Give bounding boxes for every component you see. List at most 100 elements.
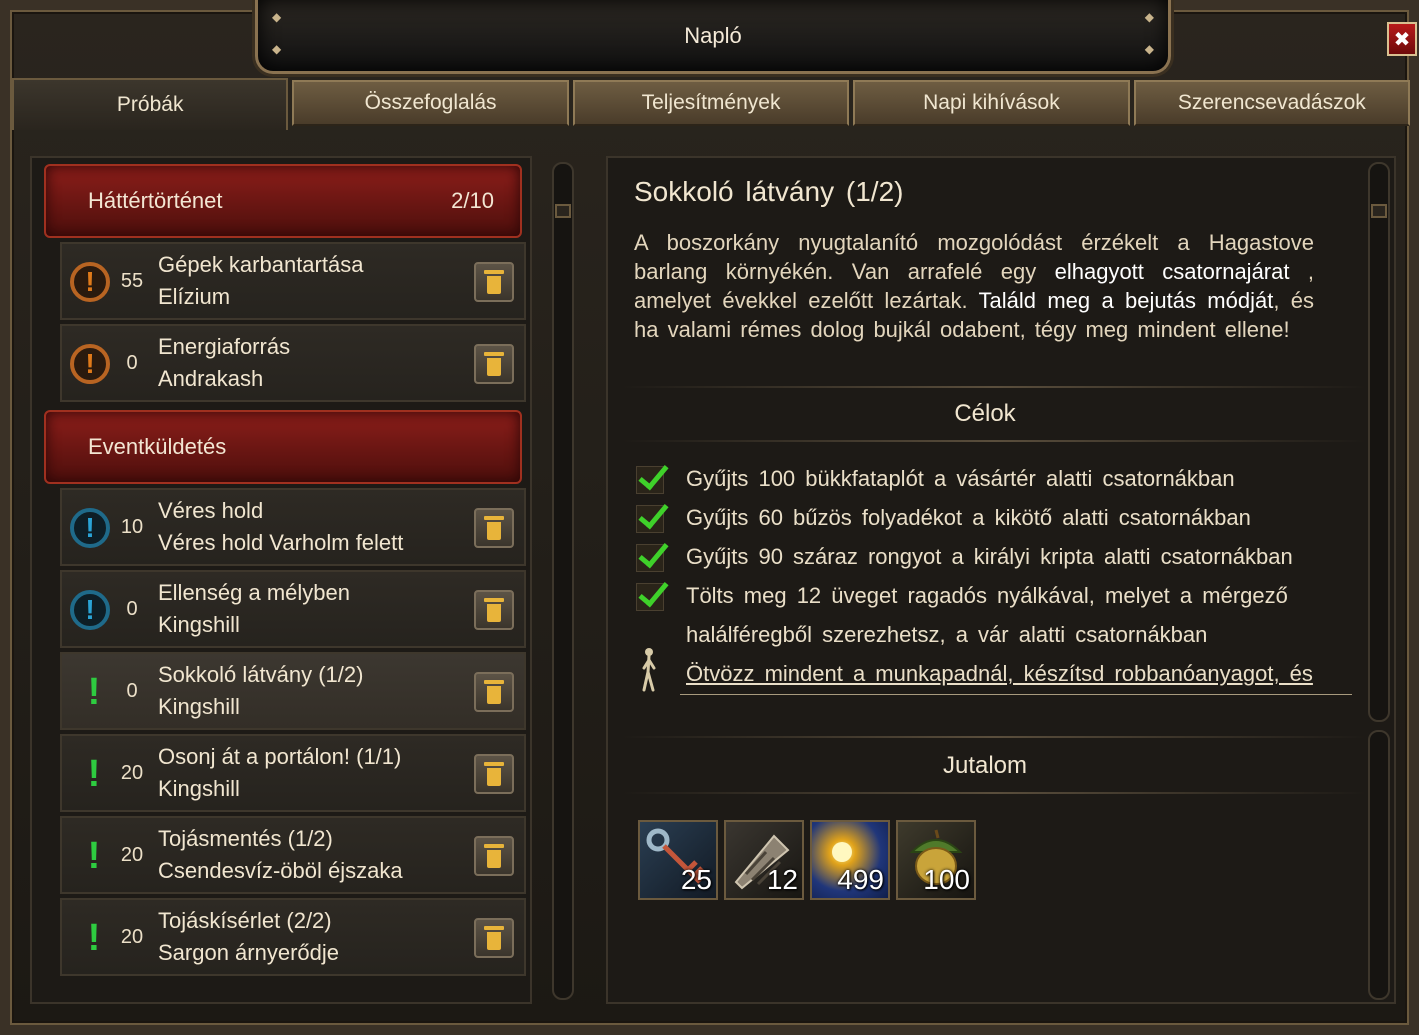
trash-icon <box>484 516 504 540</box>
quest-title: Tojásmentés (1/2) <box>158 826 333 851</box>
tab-osszefoglalas[interactable]: Összefoglalás <box>292 80 569 126</box>
blue-exclamation-icon: ! <box>70 590 110 630</box>
category-eventkuldetes[interactable]: Eventküldetés <box>44 410 522 484</box>
quest-detail-title: Sokkoló látvány (1/2) <box>634 176 904 207</box>
quest-row[interactable]: ! 20 Osonj át a portálon! (1/1) Kingshil… <box>60 734 526 812</box>
quest-location: Véres hold Varholm felett <box>158 530 404 555</box>
quest-count: 0 <box>126 680 138 702</box>
green-exclamation-icon: ! <box>87 752 101 795</box>
reward-amount: 25 <box>680 864 712 895</box>
goal-item: Tölts meg 12 üveget ragadós nyálkával, m… <box>686 583 1288 608</box>
rivet-icon: ◆ <box>272 42 282 56</box>
reward-amount: 12 <box>766 864 798 895</box>
rivet-icon: ◆ <box>272 10 282 24</box>
walking-figure-icon <box>642 648 656 692</box>
quest-title: Véres hold <box>158 498 264 523</box>
quest-count: 0 <box>126 598 138 620</box>
abandon-quest-button[interactable] <box>474 590 514 630</box>
quest-location: Kingshill <box>158 776 240 801</box>
rivet-icon: ◆ <box>1144 10 1154 24</box>
trash-icon <box>484 844 504 868</box>
reward-amount: 100 <box>923 864 970 895</box>
title-plate: ◆ ◆ ◆ ◆ Napló <box>255 0 1171 74</box>
rivet-icon: ◆ <box>1144 42 1154 56</box>
reward-scrollbar[interactable] <box>1368 730 1390 1000</box>
tab-bar: Próbák Összefoglalás Teljesítmények Napi… <box>12 78 1411 130</box>
quest-location: Andrakash <box>158 366 264 391</box>
goal-item: Gyűjts 100 bükkfataplót a vásártér alatt… <box>686 466 1235 491</box>
scroll-thumb[interactable] <box>1371 204 1387 218</box>
quest-location: Elízium <box>158 284 231 309</box>
blue-exclamation-icon: ! <box>70 508 110 548</box>
quest-title: Tojáskísérlet (2/2) <box>158 908 332 933</box>
check-icon <box>634 542 666 572</box>
orange-exclamation-icon: ! <box>70 344 110 384</box>
quest-title: Osonj át a portálon! (1/1) <box>158 744 402 769</box>
quest-count: 20 <box>120 926 144 948</box>
close-icon: ✖ <box>1393 28 1411 51</box>
quest-location: Sargon árnyerődje <box>158 940 340 965</box>
category-count: 2/10 <box>451 188 494 213</box>
quest-row-selected[interactable]: ! 0 Sokkoló látvány (1/2) Kingshill <box>60 652 526 730</box>
divider <box>622 736 1366 738</box>
quest-location: Kingshill <box>158 612 240 637</box>
abandon-quest-button[interactable] <box>474 836 514 876</box>
quest-location: Csendesvíz-öböl éjszaka <box>158 858 403 883</box>
abandon-quest-button[interactable] <box>474 672 514 712</box>
quest-count: 0 <box>126 352 138 374</box>
quest-count: 10 <box>120 516 144 538</box>
quest-title: Sokkoló látvány (1/2) <box>158 662 364 687</box>
quest-list-scrollbar[interactable] <box>552 162 574 1000</box>
check-icon <box>634 503 666 533</box>
trash-icon <box>484 680 504 704</box>
trash-icon <box>484 270 504 294</box>
tab-szerencsevadaszok[interactable]: Szerencsevadászok <box>1133 80 1411 126</box>
category-hattertortenet[interactable]: Háttértörténet 2/10 <box>44 164 522 238</box>
green-exclamation-icon: ! <box>87 916 101 959</box>
detail-scrollbar[interactable] <box>1368 162 1390 722</box>
trash-icon <box>484 926 504 950</box>
orange-exclamation-icon: ! <box>70 262 110 302</box>
quest-row[interactable]: ! 10 Véres hold Véres hold Varholm felet… <box>60 488 526 566</box>
reward-amount: 499 <box>837 864 884 895</box>
close-button[interactable]: ✖ <box>1387 22 1417 56</box>
reward-slot[interactable]: 100 <box>896 820 976 900</box>
quest-count: 20 <box>120 762 144 784</box>
quest-row[interactable]: ! 0 Energiaforrás Andrakash <box>60 324 526 402</box>
trash-icon <box>484 762 504 786</box>
quest-row[interactable]: ! 20 Tojásmentés (1/2) Csendesvíz-öböl é… <box>60 816 526 894</box>
goal-item: Gyűjts 60 bűzös folyadékot a kikötő alat… <box>686 505 1251 530</box>
goal-item-continued: halálféregből szerezhetsz, a vár alatti … <box>686 622 1208 647</box>
tab-probak[interactable]: Próbák <box>12 78 289 130</box>
window-title: Napló <box>684 22 742 48</box>
goals-heading: Célok <box>954 400 1016 427</box>
reward-heading: Jutalom <box>942 752 1028 779</box>
quest-description: A boszorkány nyugtalanító mozgolódást ér… <box>634 228 1314 344</box>
abandon-quest-button[interactable] <box>474 344 514 384</box>
abandon-quest-button[interactable] <box>474 918 514 958</box>
green-exclamation-icon: ! <box>87 834 101 877</box>
quest-row[interactable]: ! 20 Tojáskísérlet (2/2) Sargon árnyerőd… <box>60 898 526 976</box>
check-icon <box>634 464 666 494</box>
green-exclamation-icon: ! <box>87 670 101 713</box>
divider <box>622 440 1366 442</box>
reward-slot[interactable]: 499 <box>810 820 890 900</box>
quest-title: Gépek karbantartása <box>158 252 364 277</box>
quest-location: Kingshill <box>158 694 240 719</box>
reward-slot[interactable]: 12 <box>724 820 804 900</box>
pending-goal: Ötvözz mindent a munkapadnál, készítsd r… <box>686 661 1313 686</box>
tab-napi-kihivasok[interactable]: Napi kihívások <box>853 80 1130 126</box>
abandon-quest-button[interactable] <box>474 262 514 302</box>
desc-highlight: elhagyott csatornajárat <box>1054 259 1290 284</box>
quest-title: Ellenség a mélyben <box>158 580 351 605</box>
scroll-thumb[interactable] <box>555 204 571 218</box>
reward-slot[interactable]: 25 <box>638 820 718 900</box>
quest-row[interactable]: ! 0 Ellenség a mélyben Kingshill <box>60 570 526 648</box>
abandon-quest-button[interactable] <box>474 754 514 794</box>
check-icon <box>634 581 666 611</box>
abandon-quest-button[interactable] <box>474 508 514 548</box>
divider <box>622 792 1366 794</box>
category-label: Háttértörténet <box>88 188 223 213</box>
tab-teljesitmenyek[interactable]: Teljesítmények <box>572 80 850 126</box>
quest-row[interactable]: ! 55 Gépek karbantartása Elízium <box>60 242 526 320</box>
